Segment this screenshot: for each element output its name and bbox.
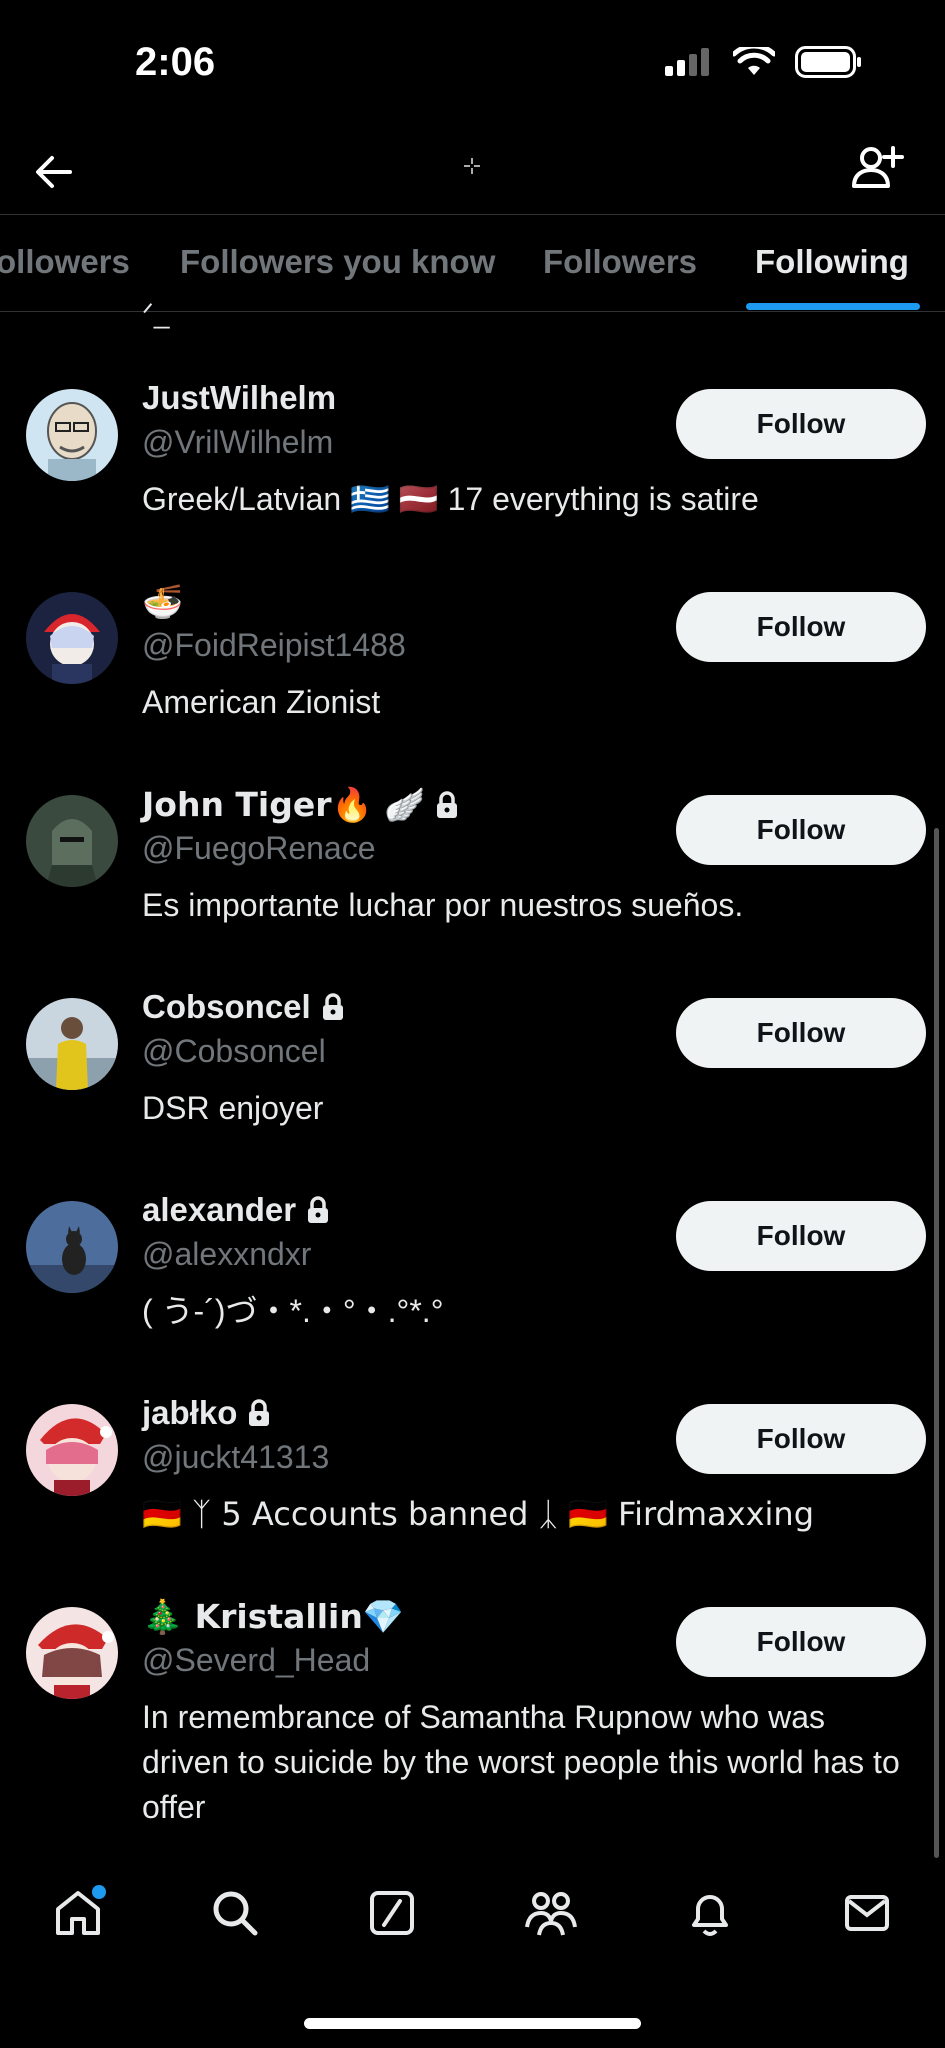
back-arrow-icon[interactable]: [30, 148, 78, 196]
home-indicator[interactable]: [304, 2018, 641, 2029]
status-bar: 2:06: [0, 0, 945, 130]
user-handle[interactable]: @VrilWilhelm: [142, 424, 333, 461]
user-handle[interactable]: @FoidReipist1488: [142, 627, 406, 664]
clipped-bio-text: ᐟ_: [142, 298, 170, 329]
nav-messages[interactable]: [841, 1887, 893, 1944]
avatar-cat-icon: [26, 1201, 118, 1293]
follow-button[interactable]: Follow: [676, 592, 926, 662]
user-name[interactable]: John Tiger🔥 🪽: [142, 785, 461, 825]
add-user-icon[interactable]: [849, 140, 905, 196]
avatar[interactable]: [26, 592, 118, 684]
avatar[interactable]: [26, 1404, 118, 1496]
nav-search[interactable]: [209, 1887, 261, 1944]
battery-icon: [795, 46, 861, 78]
user-handle[interactable]: @FuegoRenace: [142, 830, 376, 867]
follow-button[interactable]: Follow: [676, 1404, 926, 1474]
follow-button[interactable]: Follow: [676, 1201, 926, 1271]
user-name[interactable]: alexander: [142, 1191, 332, 1229]
user-name[interactable]: jabłko: [142, 1394, 273, 1432]
avatar[interactable]: [26, 998, 118, 1090]
nav-notifications[interactable]: [684, 1887, 736, 1944]
avatar-anime-icon: [26, 1607, 118, 1699]
user-bio: In remembrance of Samantha Rupnow who wa…: [142, 1699, 900, 1825]
active-tab-indicator: [746, 303, 920, 310]
status-time: 2:06: [135, 40, 216, 84]
notifications-icon: [691, 1894, 728, 1936]
tab-followers[interactable]: Followers: [543, 243, 697, 281]
bottom-nav: [0, 1860, 945, 1970]
follow-button[interactable]: Follow: [676, 795, 926, 865]
user-name[interactable]: Cobsoncel: [142, 988, 347, 1026]
avatar[interactable]: [26, 1607, 118, 1699]
user-name[interactable]: JustWilhelm: [142, 379, 336, 417]
tab-verified-followers[interactable]: ollowers: [0, 243, 130, 281]
avatar[interactable]: [26, 1201, 118, 1293]
avatar[interactable]: [26, 389, 118, 481]
lock-icon: [322, 993, 343, 1020]
user-name[interactable]: 🍜: [142, 582, 183, 622]
nav-communities[interactable]: [523, 1887, 579, 1944]
avatar[interactable]: [26, 795, 118, 887]
user-bio: Greek/Latvian 🇬🇷 🇱🇻 17 everything is sat…: [142, 481, 759, 517]
lock-icon: [308, 1196, 329, 1223]
user-bio: 🇩🇪 ᛉ 5 Accounts banned ᛣ 🇩🇪 Firdmaxxing: [142, 1495, 815, 1533]
user-bio: ( う-´)づ・*.・°・.°*.°: [142, 1293, 444, 1329]
grok-icon: [370, 1890, 415, 1935]
avatar-anime-icon: [26, 592, 118, 684]
lock-icon: [437, 791, 458, 818]
top-nav: [0, 130, 945, 214]
user-bio: American Zionist: [142, 684, 381, 720]
user-bio: DSR enjoyer: [142, 1090, 324, 1126]
user-handle[interactable]: @Cobsoncel: [142, 1033, 326, 1070]
lock-icon: [249, 1399, 270, 1426]
scrollbar[interactable]: [934, 828, 939, 1858]
loading-icon: [464, 158, 480, 174]
messages-icon: [844, 1894, 889, 1931]
avatar-cartoon-icon: [26, 389, 118, 481]
user-handle[interactable]: @juckt41313: [142, 1439, 329, 1476]
follow-button[interactable]: Follow: [676, 389, 926, 459]
nav-grok[interactable]: [366, 1887, 418, 1944]
avatar-photo-icon: [26, 998, 118, 1090]
avatar-knight-icon: [26, 795, 118, 887]
user-name[interactable]: 🎄 Kristallin💎: [142, 1597, 404, 1637]
communities-icon: [524, 1891, 577, 1935]
search-icon: [213, 1891, 258, 1935]
cellular-signal-icon: [665, 48, 709, 76]
notification-dot: [92, 1884, 107, 1899]
user-bio: Es importante luchar por nuestros sueños…: [142, 887, 744, 923]
tab-followers-you-know[interactable]: Followers you know: [180, 243, 495, 281]
avatar-anime-icon: [26, 1404, 118, 1496]
follow-button[interactable]: Follow: [676, 998, 926, 1068]
user-handle[interactable]: @alexxndxr: [142, 1236, 311, 1273]
tab-following[interactable]: Following: [755, 243, 909, 281]
wifi-icon: [733, 47, 775, 75]
follow-button[interactable]: Follow: [676, 1607, 926, 1677]
status-icons: [665, 46, 863, 78]
nav-home[interactable]: [52, 1884, 107, 1944]
user-handle[interactable]: @Severd_Head: [142, 1642, 370, 1679]
